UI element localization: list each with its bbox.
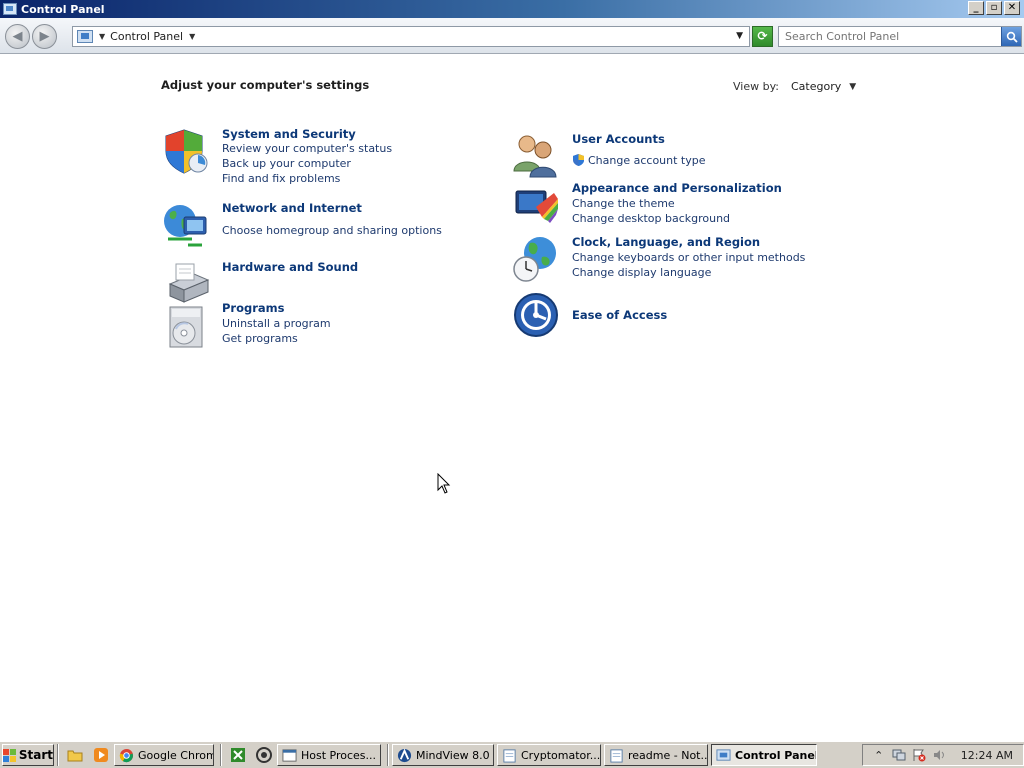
task-label: Cryptomator... [521, 748, 601, 762]
change-display-language-link[interactable]: Change display language [572, 266, 711, 279]
system-tray: ⌃ 12:24 AM [861, 744, 1024, 766]
category-title[interactable]: Hardware and Sound [222, 260, 358, 274]
change-account-type-link[interactable]: Change account type [572, 153, 706, 167]
globe-network-icon[interactable] [162, 201, 210, 249]
category-title[interactable]: User Accounts [572, 132, 665, 146]
change-account-type-label: Change account type [588, 153, 706, 167]
task-label: Host Proces... [301, 748, 377, 762]
back-button[interactable]: ◀ [5, 24, 30, 49]
category-system-security: System and Security Review your computer… [162, 127, 462, 191]
excel-quicklaunch-icon[interactable] [229, 746, 247, 764]
search-box[interactable] [778, 26, 1022, 47]
category-title[interactable]: Network and Internet [222, 201, 362, 215]
control-panel-content: Adjust your computer's settings View by:… [0, 55, 1024, 741]
task-label: Control Panel [735, 748, 817, 762]
get-programs-link[interactable]: Get programs [222, 332, 298, 345]
control-panel-icon [77, 30, 93, 43]
windows-flag-icon [3, 748, 16, 762]
programs-icon[interactable] [162, 301, 210, 349]
address-dropdown-icon[interactable]: ▼ [736, 31, 743, 41]
taskbar-separator [220, 744, 222, 766]
explorer-quicklaunch-icon[interactable] [66, 746, 84, 764]
action-center-icon[interactable] [912, 748, 926, 762]
uac-shield-icon [573, 154, 584, 166]
task-label: readme - Not... [628, 748, 708, 762]
task-mindview[interactable]: MindView 8.0 ... [392, 744, 494, 766]
view-by-control: View by: Category ▼ [733, 80, 856, 93]
title-bar: Control Panel _ ▫ ✕ [0, 0, 1024, 18]
chrome-icon [119, 748, 134, 762]
homegroup-link[interactable]: Choose homegroup and sharing options [222, 224, 442, 237]
control-panel-icon [716, 748, 731, 761]
users-icon[interactable] [512, 131, 560, 179]
category-title[interactable]: System and Security [222, 127, 356, 141]
start-label: Start [18, 748, 53, 762]
change-theme-link[interactable]: Change the theme [572, 197, 675, 210]
appearance-icon[interactable] [512, 181, 560, 229]
uninstall-program-link[interactable]: Uninstall a program [222, 317, 331, 330]
taskbar-separator [57, 744, 59, 766]
breadcrumb-chevron-icon[interactable]: ▼ [189, 32, 195, 41]
address-bar[interactable]: ▼ Control Panel ▼ ▼ [72, 26, 750, 47]
window-app-icon [282, 748, 297, 762]
control-panel-icon [3, 3, 17, 15]
navigation-bar: ◀ ▶ ▼ Control Panel ▼ ▼ ⟳ [0, 18, 1024, 54]
clock[interactable]: 12:24 AM [961, 749, 1013, 762]
view-by-label: View by: [733, 80, 779, 93]
maximize-button[interactable]: ▫ [986, 1, 1002, 15]
category-network-internet: Network and Internet Choose homegroup an… [162, 201, 462, 249]
breadcrumb[interactable]: Control Panel [110, 30, 183, 43]
window-controls: _ ▫ ✕ [968, 1, 1020, 15]
page-title: Adjust your computer's settings [161, 78, 370, 92]
mindview-icon [397, 748, 412, 762]
change-background-link[interactable]: Change desktop background [572, 212, 730, 225]
task-label: MindView 8.0 ... [416, 748, 493, 762]
change-keyboards-link[interactable]: Change keyboards or other input methods [572, 251, 805, 264]
app-quicklaunch-icon[interactable] [255, 746, 273, 764]
shield-icon[interactable] [162, 127, 210, 175]
breadcrumb-arrow-icon[interactable]: ▼ [99, 32, 105, 41]
category-title[interactable]: Clock, Language, and Region [572, 235, 760, 249]
taskbar: Start Google Chrome Host Proces... MindV… [0, 741, 1024, 768]
mouse-cursor-icon [437, 473, 451, 494]
forward-button[interactable]: ▶ [32, 24, 57, 49]
category-appearance: Appearance and Personalization Change th… [512, 181, 832, 229]
task-google-chrome[interactable]: Google Chrome [114, 744, 214, 766]
network-icon[interactable] [892, 748, 906, 762]
task-readme-notepad[interactable]: readme - Not... [604, 744, 708, 766]
window-title: Control Panel [21, 2, 105, 16]
category-title[interactable]: Programs [222, 301, 285, 315]
ease-of-access-icon[interactable] [512, 291, 560, 339]
search-input[interactable] [779, 27, 1001, 46]
notepad-icon [610, 748, 623, 763]
notepad-icon [503, 748, 516, 763]
category-clock-language-region: Clock, Language, and Region Change keybo… [512, 235, 832, 287]
view-by-dropdown[interactable]: Category [791, 80, 841, 93]
category-title[interactable]: Ease of Access [572, 308, 667, 322]
clock-globe-icon[interactable] [512, 235, 560, 283]
refresh-button[interactable]: ⟳ [752, 26, 773, 47]
category-title[interactable]: Appearance and Personalization [572, 181, 782, 195]
search-icon[interactable] [1001, 27, 1021, 46]
volume-icon[interactable] [932, 748, 946, 762]
task-cryptomator[interactable]: Cryptomator... [497, 744, 601, 766]
category-programs: Programs Uninstall a program Get program… [162, 301, 462, 353]
view-by-arrow-icon[interactable]: ▼ [849, 82, 856, 92]
backup-link[interactable]: Back up your computer [222, 157, 351, 170]
start-button[interactable]: Start [2, 744, 54, 766]
task-control-panel[interactable]: Control Panel [711, 744, 817, 766]
task-label: Google Chrome [138, 748, 213, 762]
category-user-accounts: User Accounts Change account type [512, 131, 832, 179]
close-button[interactable]: ✕ [1004, 1, 1020, 15]
media-player-quicklaunch-icon[interactable] [92, 746, 110, 764]
review-status-link[interactable]: Review your computer's status [222, 142, 392, 155]
minimize-button[interactable]: _ [968, 1, 984, 15]
taskbar-separator [387, 744, 389, 766]
troubleshoot-link[interactable]: Find and fix problems [222, 172, 340, 185]
show-hidden-icons-icon[interactable]: ⌃ [872, 748, 886, 762]
task-host-process[interactable]: Host Proces... [277, 744, 381, 766]
category-ease-of-access: Ease of Access [512, 291, 832, 339]
